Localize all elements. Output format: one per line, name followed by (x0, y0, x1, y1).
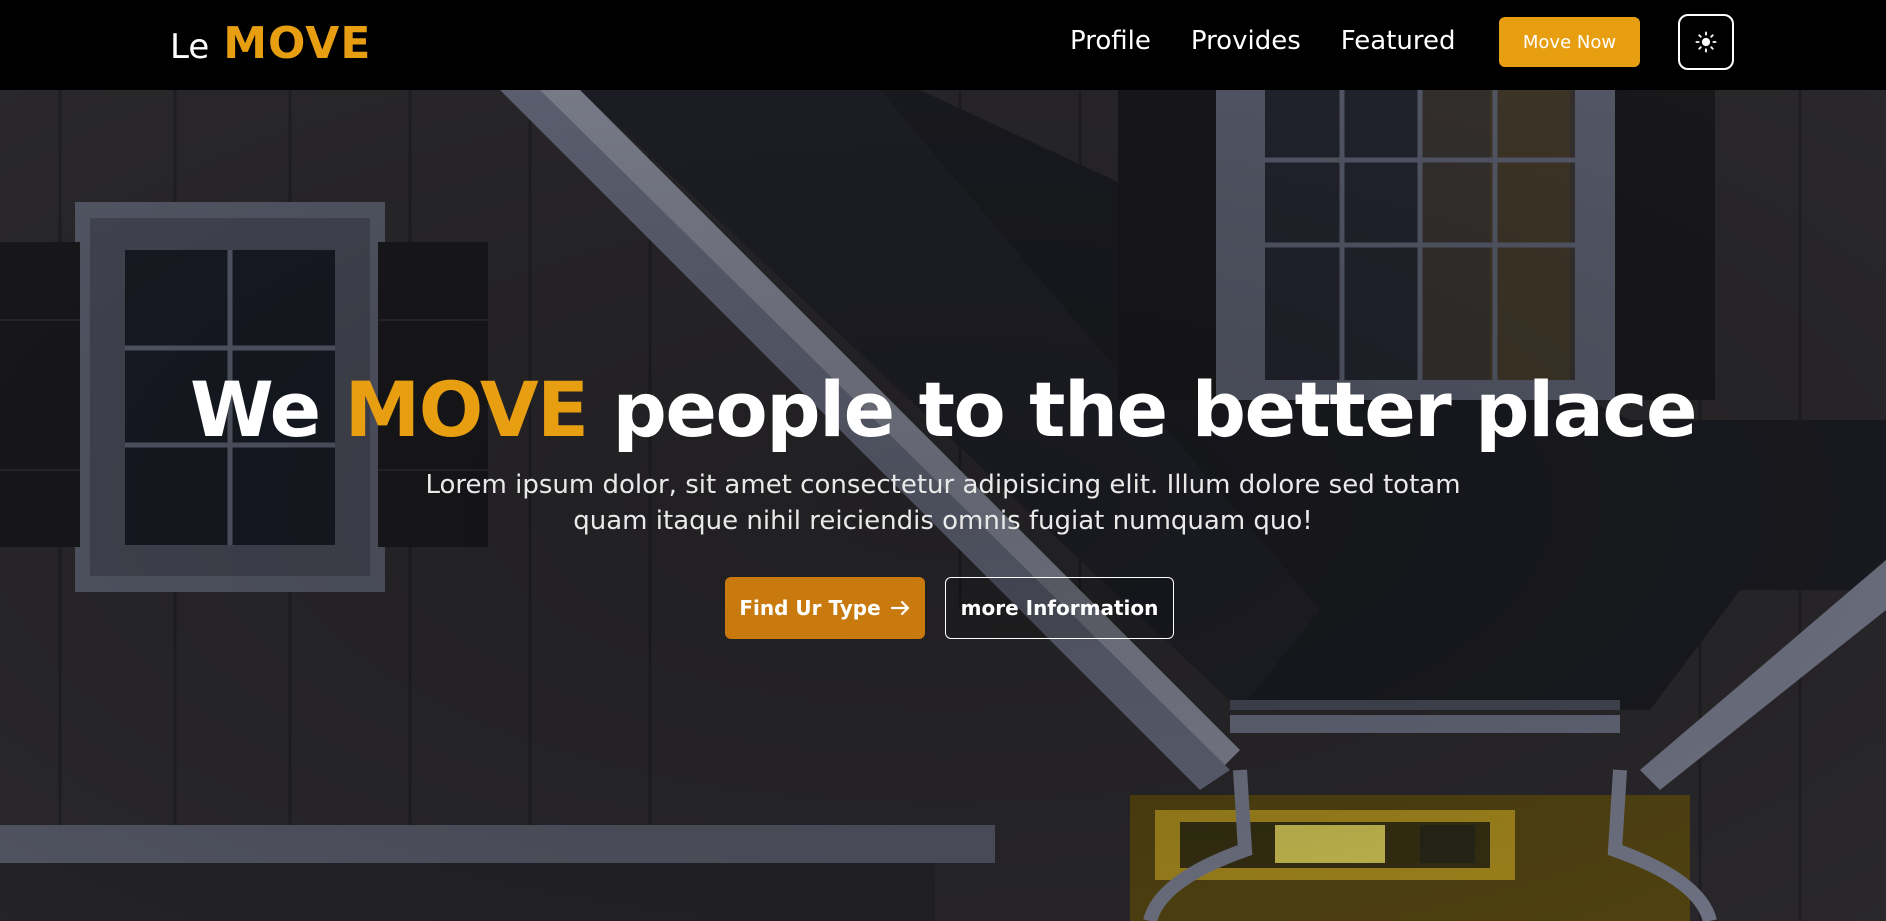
nav-link-provides[interactable]: Provides (1191, 24, 1301, 58)
logo[interactable]: Le MOVE (170, 18, 371, 69)
hero-title-post: people to the better place (612, 365, 1698, 454)
logo-main: MOVE (223, 18, 372, 69)
navbar: Le MOVE Profile Provides Featured Move N… (0, 0, 1886, 90)
nav-links: Profile Provides Featured (1070, 24, 1456, 58)
hero-title-pre: We (189, 365, 321, 454)
theme-toggle-button[interactable] (1678, 14, 1734, 70)
hero-actions: Find Ur Type more Information (725, 577, 1174, 639)
more-information-button[interactable]: more Information (945, 577, 1174, 639)
logo-prefix: Le (170, 27, 210, 67)
sun-icon (1695, 31, 1717, 53)
hero-section: We MOVE people to the better place Lorem… (0, 90, 1886, 921)
nav-link-profile[interactable]: Profile (1070, 24, 1151, 58)
hero-title-accent: MOVE (344, 365, 589, 454)
find-ur-type-label: Find Ur Type (739, 596, 881, 620)
nav-link-featured[interactable]: Featured (1341, 24, 1456, 58)
arrow-right-icon (890, 600, 909, 616)
find-ur-type-button[interactable]: Find Ur Type (725, 577, 925, 639)
hero-title: We MOVE people to the better place (0, 365, 1886, 454)
hero-subtitle: Lorem ipsum dolor, sit amet consectetur … (425, 470, 1461, 536)
move-now-button[interactable]: Move Now (1499, 17, 1640, 67)
